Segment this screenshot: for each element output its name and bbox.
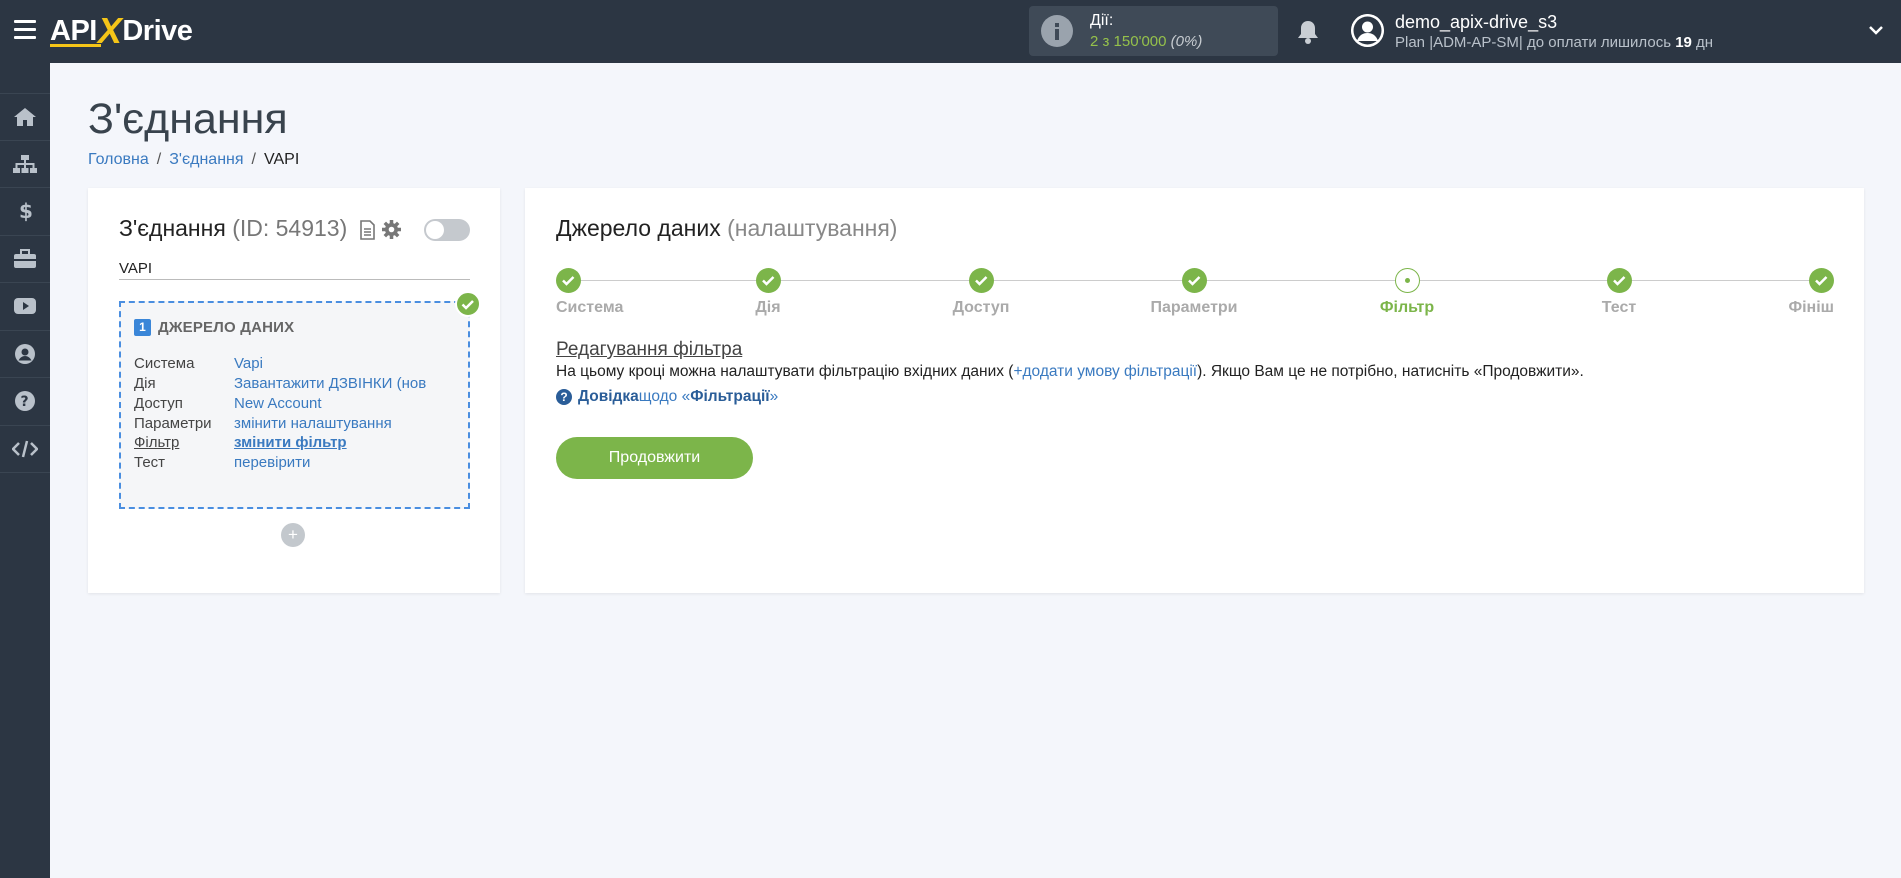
step-finish[interactable]: Фініш bbox=[1788, 268, 1834, 317]
briefcase-icon bbox=[14, 248, 36, 268]
breadcrumb-connections-link[interactable]: З'єднання bbox=[169, 151, 243, 168]
home-icon bbox=[14, 107, 36, 126]
user-avatar-icon[interactable] bbox=[1351, 14, 1384, 47]
svg-text:$: $ bbox=[19, 200, 32, 222]
step-filter[interactable]: Фільтр bbox=[1337, 268, 1477, 317]
youtube-icon bbox=[14, 298, 36, 315]
sidebar-item-portfolio[interactable] bbox=[0, 236, 50, 283]
sidebar-item-video[interactable] bbox=[0, 283, 50, 331]
actions-count: 2 з 150'000 (0%) bbox=[1090, 33, 1203, 50]
datasource-title: Джерело даних (налаштування) bbox=[556, 215, 898, 241]
check-icon bbox=[755, 268, 781, 293]
filter-help-link[interactable]: ? Довідка щодо «Фільтрації» bbox=[556, 388, 778, 406]
sitemap-icon bbox=[13, 154, 37, 173]
info-icon bbox=[1041, 15, 1073, 47]
actions-counter[interactable]: Дії: 2 з 150'000 (0%) bbox=[1029, 6, 1278, 56]
question-icon: ? bbox=[15, 391, 35, 412]
check-icon bbox=[1181, 268, 1207, 293]
add-filter-condition-link[interactable]: +додати умову фільтрації bbox=[1013, 363, 1197, 380]
gear-icon[interactable] bbox=[381, 219, 402, 240]
sidebar-item-connections[interactable] bbox=[0, 141, 50, 188]
sidebar-item-account[interactable] bbox=[0, 331, 50, 378]
check-circle-icon bbox=[455, 291, 481, 317]
bell-icon[interactable] bbox=[1297, 19, 1319, 45]
sidebar-item-help[interactable]: ? bbox=[0, 378, 50, 426]
step-params[interactable]: Параметри bbox=[1124, 268, 1264, 317]
top-bar: API X Drive Дії: 2 з 150'000 (0%) demo_api… bbox=[0, 0, 1901, 63]
connection-toggle[interactable] bbox=[424, 219, 470, 241]
actions-label: Дії: bbox=[1090, 12, 1114, 29]
progress-steps: Система Дія Доступ Параметри Фільтр Тест… bbox=[556, 268, 1834, 318]
breadcrumb-current: VAPI bbox=[264, 151, 300, 168]
add-block-button[interactable]: + bbox=[281, 523, 305, 547]
chevron-down-icon[interactable] bbox=[1868, 24, 1884, 36]
sidebar-item-billing[interactable]: $ bbox=[0, 188, 50, 236]
filter-edit-title: Редагування фільтра bbox=[556, 339, 743, 360]
hamburger-menu-icon[interactable] bbox=[14, 20, 36, 40]
step-access[interactable]: Доступ bbox=[911, 268, 1051, 317]
sidebar-item-api[interactable] bbox=[0, 426, 50, 473]
step-test[interactable]: Тест bbox=[1549, 268, 1689, 317]
current-step-icon bbox=[1394, 268, 1420, 293]
step-system[interactable]: Система bbox=[556, 268, 623, 317]
breadcrumb: Головна / З'єднання / VAPI bbox=[88, 151, 300, 168]
check-icon bbox=[556, 268, 581, 293]
user-circle-icon bbox=[15, 343, 35, 364]
connection-card: З'єднання (ID: 54913) VAPI 1 ДЖЕРЕЛО ДАНИ… bbox=[88, 188, 500, 593]
question-circle-icon: ? bbox=[556, 389, 572, 405]
data-source-heading: 1 ДЖЕРЕЛО ДАНИХ bbox=[134, 319, 294, 336]
check-icon bbox=[1606, 268, 1632, 293]
sidebar-item-home[interactable] bbox=[0, 93, 50, 141]
datasource-settings-card: Джерело даних (налаштування) Система Дія… bbox=[525, 188, 1864, 593]
connection-title: З'єднання (ID: 54913) bbox=[119, 215, 348, 241]
sidebar: $ ? bbox=[0, 63, 50, 878]
continue-button[interactable]: Продовжити bbox=[556, 437, 753, 479]
username[interactable]: demo_apix-drive_s3 bbox=[1395, 12, 1557, 33]
breadcrumb-home-link[interactable]: Головна bbox=[88, 151, 149, 168]
check-icon bbox=[968, 268, 994, 293]
svg-text:?: ? bbox=[21, 394, 29, 410]
data-source-block[interactable]: 1 ДЖЕРЕЛО ДАНИХ Система Vapi Дія Завантажит… bbox=[119, 301, 470, 509]
plan-info: Plan |ADM-AP-SM| до оплати лишилось 19 д… bbox=[1395, 34, 1714, 51]
document-icon[interactable] bbox=[360, 220, 375, 240]
connection-name-field[interactable]: VAPI bbox=[119, 258, 470, 280]
code-icon bbox=[12, 440, 38, 458]
dollar-icon: $ bbox=[19, 200, 32, 222]
step-action[interactable]: Дія bbox=[698, 268, 838, 317]
page-title: З'єднання bbox=[88, 95, 288, 143]
filter-description: На цьому кроці можна налаштувати фільтра… bbox=[556, 363, 1584, 380]
apix-drive-logo[interactable]: API X Drive bbox=[50, 10, 193, 51]
check-icon bbox=[1809, 268, 1834, 293]
